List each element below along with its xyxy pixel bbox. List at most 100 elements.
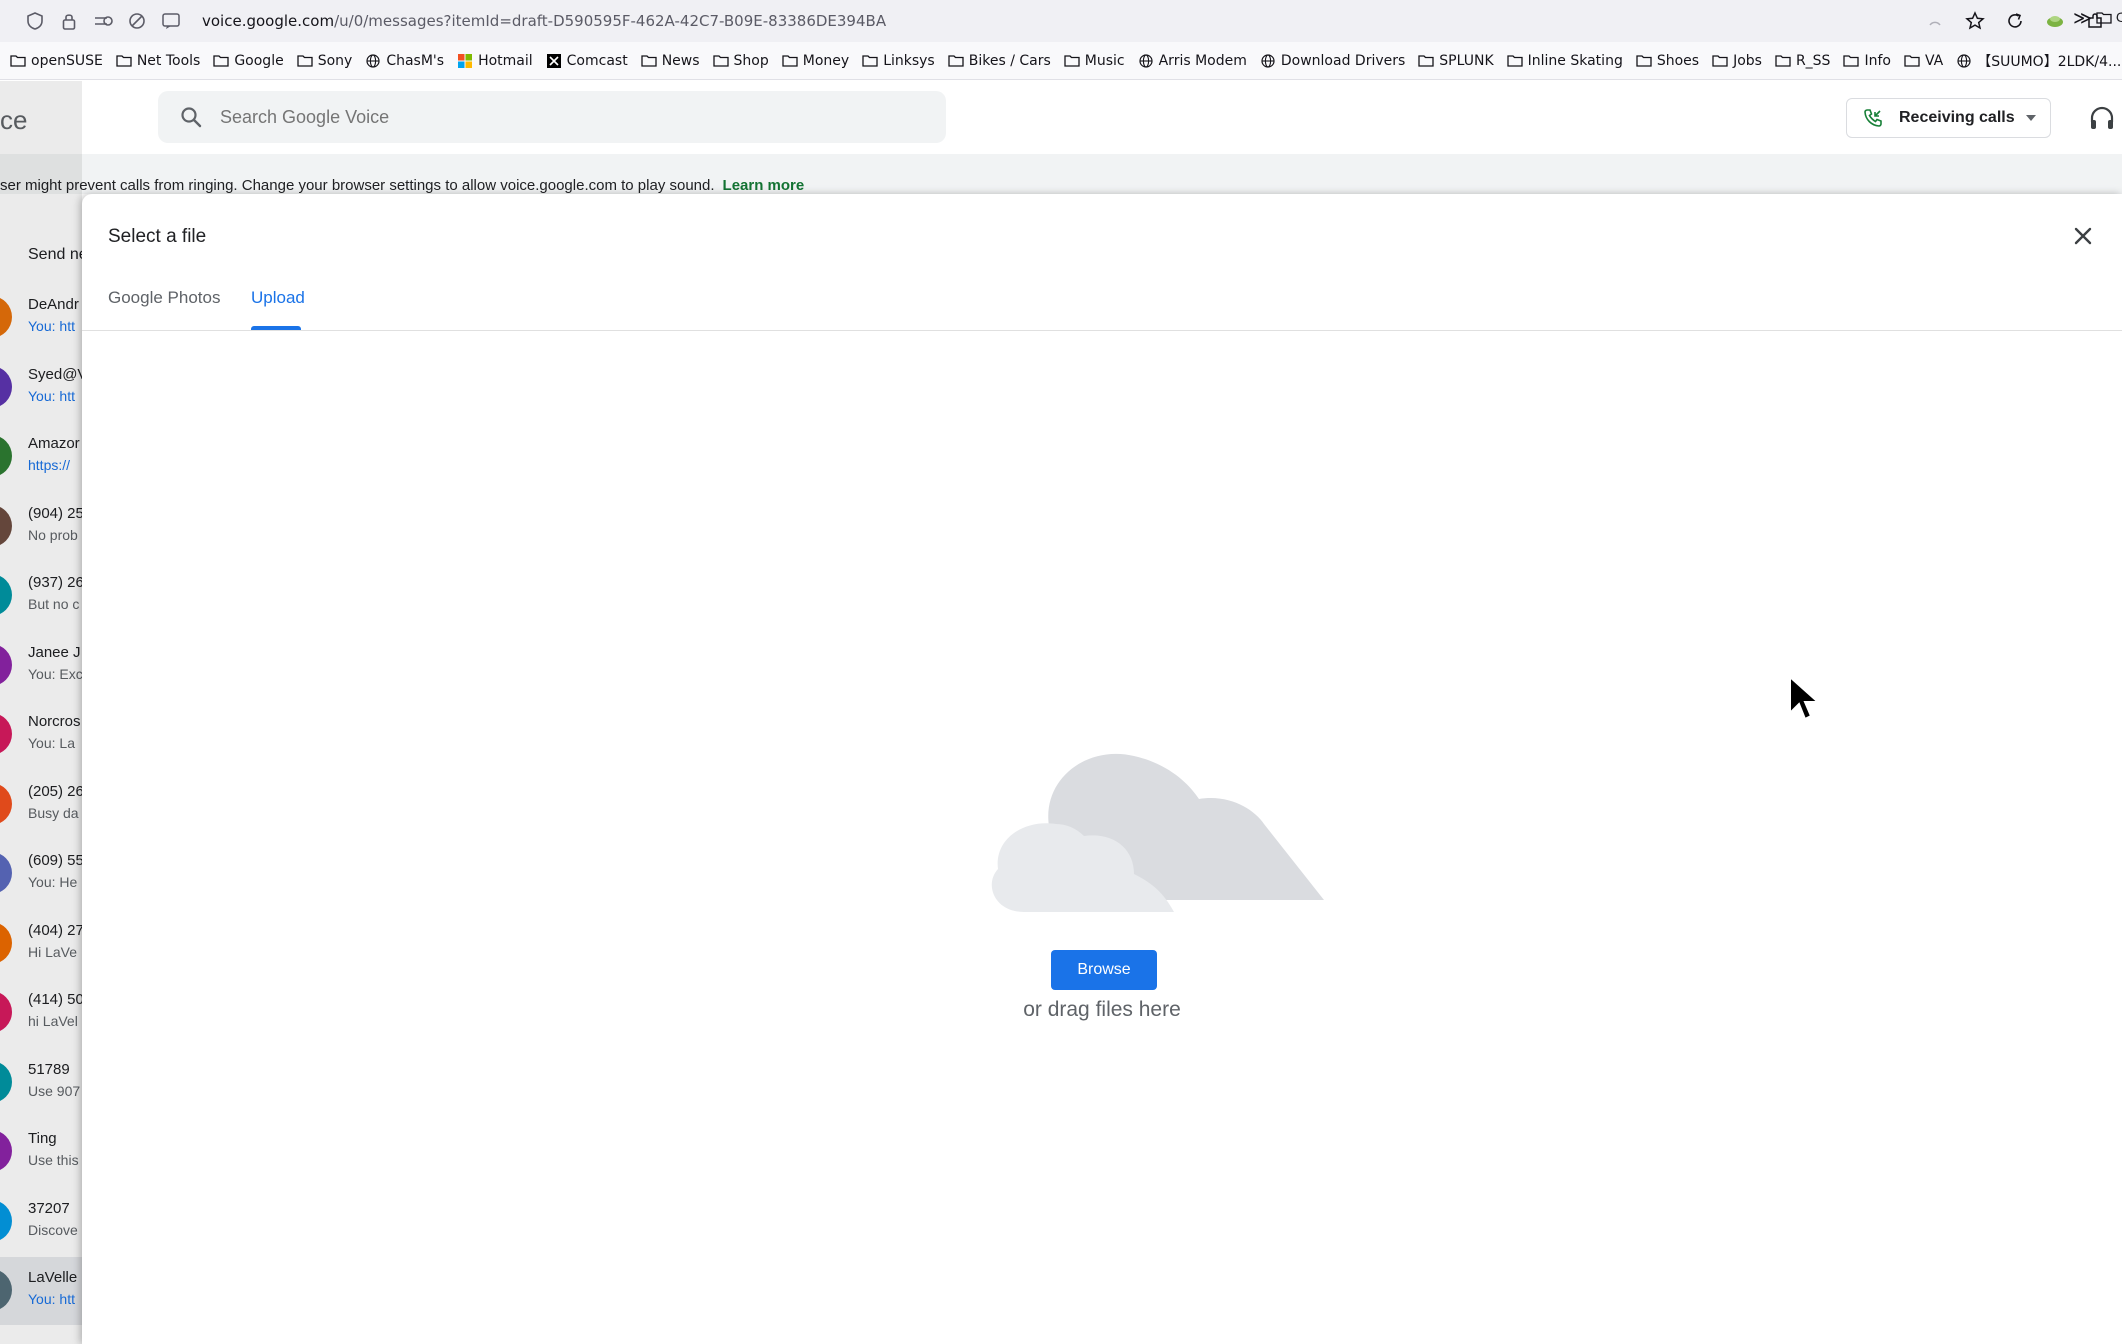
bookmark-item[interactable]: 【SUUMO】2LDK/4... bbox=[1956, 51, 2121, 71]
folder-icon bbox=[1904, 54, 1920, 68]
bookmark-label: ChasM's bbox=[386, 52, 445, 69]
bookmark-item[interactable]: R_SS bbox=[1775, 52, 1831, 69]
extension-icon[interactable] bbox=[2042, 8, 2068, 34]
bookmark-item[interactable]: Google bbox=[213, 52, 284, 69]
bookmark-item[interactable]: Download Drivers bbox=[1260, 53, 1405, 69]
bookmark-item[interactable]: Shoes bbox=[1636, 53, 1699, 69]
caret-down-icon bbox=[2026, 115, 2036, 121]
search-input[interactable] bbox=[220, 106, 820, 128]
sound-warning-banner: ser might prevent calls from ringing. Ch… bbox=[0, 154, 2122, 194]
drag-files-text: or drag files here bbox=[1023, 998, 1181, 1021]
bookmark-item[interactable]: Info bbox=[1843, 53, 1891, 69]
banner-text: ser might prevent calls from ringing. Ch… bbox=[0, 177, 715, 194]
bookmark-label: Net Tools bbox=[136, 52, 201, 69]
active-tab-indicator bbox=[251, 326, 301, 330]
bookmark-label: R_SS bbox=[1795, 52, 1831, 69]
folder-icon bbox=[297, 54, 313, 68]
bookmark-label: openSUSE bbox=[31, 52, 103, 69]
folder-icon bbox=[10, 54, 26, 68]
folder-icon bbox=[862, 54, 878, 68]
mouse-cursor-icon bbox=[1789, 675, 1821, 721]
browser-url-bar: voice.google.com/u/0/messages?itemId=dra… bbox=[0, 0, 2122, 42]
globe-icon bbox=[1260, 53, 1276, 68]
folder-icon bbox=[1843, 54, 1860, 68]
microsoft-icon bbox=[457, 53, 473, 68]
bookmark-item[interactable]: Money bbox=[782, 53, 849, 69]
tab-google-photos[interactable]: Google Photos bbox=[108, 288, 220, 308]
bookmark-item[interactable]: Inline Skating bbox=[1506, 52, 1623, 69]
tracking-blocked-icon[interactable] bbox=[124, 8, 150, 34]
tab-upload[interactable]: Upload bbox=[251, 288, 305, 308]
learn-more-link[interactable]: Learn more bbox=[723, 177, 805, 194]
permissions-icon[interactable] bbox=[90, 8, 116, 34]
folder-icon bbox=[1712, 54, 1728, 68]
bookmark-label: Comcast bbox=[566, 52, 628, 69]
bookmark-label: Shoes bbox=[1656, 52, 1700, 69]
receiving-calls-label: Receiving calls bbox=[1899, 109, 2015, 126]
bookmark-item[interactable]: Comcast bbox=[546, 53, 628, 69]
bookmark-overflow-tail[interactable]: C bbox=[2096, 9, 2122, 25]
bookmark-item[interactable]: Sony bbox=[297, 52, 353, 69]
headset-icon[interactable] bbox=[2088, 105, 2116, 133]
bookmark-label: Hotmail bbox=[478, 52, 533, 69]
bookmarks-bar: openSUSE Net Tools Google Sony ChasM's Hotmai… bbox=[0, 42, 2122, 80]
reader-view-icon[interactable] bbox=[1922, 8, 1948, 34]
bookmark-item[interactable]: Shop bbox=[712, 52, 769, 69]
bookmark-item[interactable]: Net Tools bbox=[116, 52, 201, 69]
bookmark-label: Jobs bbox=[1733, 52, 1762, 69]
app-header: ce Receiving calls bbox=[0, 81, 2122, 154]
folder-icon bbox=[116, 54, 132, 68]
bookmark-label: Linksys bbox=[883, 52, 935, 69]
shield-icon[interactable] bbox=[22, 8, 48, 34]
dialog-tabs: Google Photos Upload bbox=[82, 274, 2122, 331]
bookmark-item[interactable]: Linksys bbox=[862, 53, 935, 69]
bookmark-item[interactable]: openSUSE bbox=[10, 53, 103, 69]
folder-icon bbox=[712, 54, 729, 68]
lock-icon[interactable] bbox=[56, 8, 82, 34]
bookmark-item[interactable]: VA bbox=[1904, 53, 1943, 69]
folder-icon bbox=[1636, 54, 1652, 68]
select-file-dialog: Select a file Google Photos Upload Brows… bbox=[82, 194, 2122, 1344]
bookmark-star-icon[interactable] bbox=[1962, 8, 1988, 34]
folder-icon bbox=[782, 54, 798, 68]
page-info-icon[interactable] bbox=[158, 8, 184, 34]
reload-icon[interactable] bbox=[2002, 8, 2028, 34]
bookmark-label: Music bbox=[1084, 52, 1125, 69]
bookmark-label: Sony bbox=[317, 52, 353, 69]
folder-icon bbox=[1775, 54, 1791, 68]
bookmark-item[interactable]: Jobs bbox=[1712, 53, 1762, 69]
browse-button[interactable]: Browse bbox=[1051, 950, 1157, 990]
phone-incoming-icon bbox=[1864, 109, 1882, 127]
bookmark-label: Google bbox=[234, 52, 284, 69]
bookmark-label: Info bbox=[1864, 52, 1891, 69]
bookmark-label: Arris Modem bbox=[1158, 52, 1247, 69]
bookmark-label: SPLUNK bbox=[1439, 52, 1494, 69]
folder-icon bbox=[948, 54, 964, 68]
folder-icon bbox=[1506, 54, 1523, 68]
bookmark-item[interactable]: Bikes / Cars bbox=[948, 53, 1051, 69]
bookmark-label: Money bbox=[802, 52, 850, 69]
search-box[interactable] bbox=[158, 91, 946, 143]
bookmark-label: 【SUUMO】2LDK/4... bbox=[1977, 53, 2122, 70]
bookmarks-overflow-button[interactable]: ≫ bbox=[2073, 8, 2092, 29]
bookmark-item[interactable]: SPLUNK bbox=[1418, 52, 1494, 69]
folder-icon bbox=[641, 54, 657, 68]
search-icon bbox=[181, 107, 202, 128]
close-icon[interactable] bbox=[2069, 222, 2097, 250]
cloud-icon bbox=[991, 753, 1324, 912]
dialog-title: Select a file bbox=[108, 226, 207, 247]
bookmark-item[interactable]: News bbox=[641, 53, 700, 69]
bookmark-label: Shop bbox=[733, 52, 769, 69]
globe-icon bbox=[1956, 53, 1972, 68]
bookmark-label: Download Drivers bbox=[1280, 52, 1406, 69]
bookmark-label: News bbox=[661, 52, 700, 69]
bookmark-item[interactable]: Arris Modem bbox=[1138, 53, 1247, 69]
bookmark-label: Bikes / Cars bbox=[968, 52, 1051, 69]
bookmark-item[interactable]: ChasM's bbox=[365, 53, 444, 69]
bookmark-item[interactable]: Music bbox=[1064, 53, 1125, 69]
bookmark-label: Inline Skating bbox=[1527, 52, 1623, 69]
bookmark-item[interactable]: Hotmail bbox=[457, 53, 533, 69]
url-text[interactable]: voice.google.com/u/0/messages?itemId=dra… bbox=[202, 12, 886, 30]
folder-icon bbox=[213, 54, 229, 68]
receiving-calls-button[interactable]: Receiving calls bbox=[1846, 98, 2051, 138]
